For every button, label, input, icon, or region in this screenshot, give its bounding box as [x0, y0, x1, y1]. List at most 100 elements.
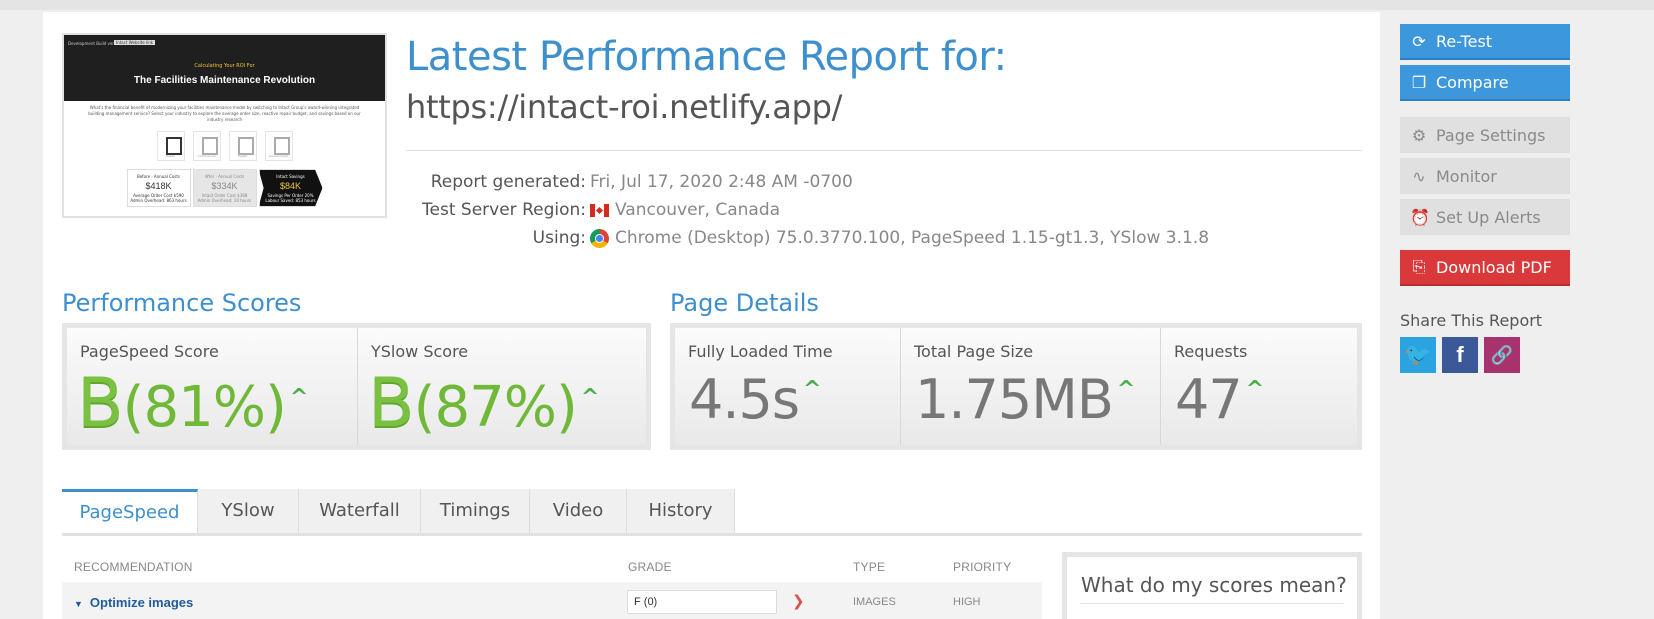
- canada-flag-icon: [590, 203, 609, 217]
- download-pdf-button[interactable]: ⎘ Download PDF: [1400, 250, 1570, 286]
- industry-label: Health: [237, 154, 248, 158]
- pagespeed-percent: (81%): [122, 375, 287, 440]
- meta-generated: Report generated: Fri, Jul 17, 2020 2:48…: [406, 172, 1362, 196]
- page-details-panel: Fully Loaded Time 4.5s ^ Total Page Size …: [670, 323, 1362, 450]
- compare-label: Compare: [1436, 72, 1509, 92]
- page-settings-button[interactable]: ⚙ Page Settings: [1400, 117, 1570, 153]
- thumbnail-box: After · Annual Costs $334K Intact Order …: [192, 169, 257, 207]
- thumbnail-cost-boxes: Before · Annual Costs $418K Average Orde…: [64, 169, 385, 207]
- column-header-recommendation: RECOMMENDATION: [74, 560, 193, 574]
- page-size-cell: Total Page Size 1.75MB ^: [901, 328, 1161, 445]
- caret-up-icon: ^: [580, 385, 599, 410]
- table-row[interactable]: ▼ Optimize images F (0) ❯ IMAGES HIGH: [62, 582, 1042, 619]
- tab-history[interactable]: History: [627, 489, 735, 533]
- divider: [406, 150, 1362, 151]
- box-line: Admin Overhead: 10 hours: [197, 198, 252, 203]
- pulse-icon: ∿: [1412, 166, 1426, 186]
- requests-label: Requests: [1174, 342, 1248, 361]
- fully-loaded-label: Fully Loaded Time: [688, 342, 833, 361]
- thumbnail-small-heading: Calculating Your ROI For: [194, 63, 255, 69]
- caret-up-icon: ^: [803, 377, 821, 402]
- chevron-down-icon[interactable]: ❯: [792, 592, 805, 610]
- top-strip: [0, 0, 1654, 10]
- compare-button[interactable]: ❐ Compare: [1400, 65, 1570, 101]
- retest-button[interactable]: ⟳ Re-Test: [1400, 24, 1570, 60]
- fully-loaded-cell: Fully Loaded Time 4.5s ^: [675, 328, 901, 445]
- requests-count: 47: [1175, 368, 1243, 431]
- generated-date: Fri, Jul 17, 2020 2:48 AM -0700: [590, 172, 853, 192]
- pagespeed-score-label: PageSpeed Score: [80, 342, 219, 361]
- thumbnail-box: Intact Savings $84K Savings Per Order 20…: [258, 169, 323, 207]
- meta-value: Vancouver, Canada: [590, 200, 780, 220]
- meta-label: Report generated:: [430, 172, 586, 192]
- priority-value: HIGH: [953, 596, 981, 608]
- twitter-icon[interactable]: 🐦: [1400, 337, 1436, 373]
- page-screenshot-thumbnail[interactable]: Development Build ver.1001 Intact Websit…: [62, 33, 387, 218]
- pagespeed-grade: B: [77, 364, 124, 443]
- thumbnail-hero: Development Build ver.1001 Intact Websit…: [64, 35, 385, 101]
- yslow-percent: (87%): [413, 375, 578, 440]
- retest-label: Re-Test: [1436, 31, 1493, 51]
- chrome-icon: [590, 228, 609, 248]
- page-size-label: Total Page Size: [914, 342, 1034, 361]
- load-time: 4.5s: [689, 368, 800, 431]
- caret-up-icon: ^: [1245, 377, 1264, 402]
- box-line: Labour Saved: 853 hours: [265, 198, 316, 203]
- refresh-icon: ⟳: [1412, 31, 1426, 51]
- building-icon: Government: [264, 131, 293, 161]
- pdf-icon: ⎘: [1412, 257, 1426, 276]
- browser-value: Chrome (Desktop) 75.0.3770.100, PageSpee…: [615, 228, 1210, 248]
- thumbnail-title: The Facilities Maintenance Revolution: [133, 75, 316, 86]
- tab-waterfall[interactable]: Waterfall: [299, 489, 421, 533]
- box-value: $334K: [211, 181, 238, 191]
- page-size-value: 1.75MB ^: [915, 368, 1135, 431]
- grade-value: F (0): [627, 590, 777, 614]
- column-header-grade: GRADE: [628, 560, 672, 574]
- industry-label: Commercial: [197, 154, 216, 158]
- thumbnail-tag-button: Intact Website link: [114, 40, 156, 45]
- yslow-score-label: YSlow Score: [371, 342, 469, 361]
- tab-yslow[interactable]: YSlow: [198, 489, 299, 533]
- meta-value: Fri, Jul 17, 2020 2:48 AM -0700: [590, 172, 853, 192]
- link-icon[interactable]: 🔗: [1484, 337, 1520, 373]
- building-icon: Health: [228, 131, 257, 161]
- tab-pagespeed[interactable]: PageSpeed: [62, 489, 198, 533]
- thumbnail-body: What's the financial benefit of moderniz…: [88, 105, 361, 122]
- set-up-alerts-button[interactable]: ⏰ Set Up Alerts: [1400, 199, 1570, 235]
- page-details-heading: Page Details: [670, 289, 819, 317]
- yslow-grade: B: [368, 364, 415, 443]
- column-header-priority: PRIORITY: [953, 560, 1012, 574]
- recommendation-name[interactable]: ▼ Optimize images: [74, 595, 193, 610]
- box-label: Intact Savings: [276, 174, 305, 179]
- tab-timings[interactable]: Timings: [421, 489, 530, 533]
- meta-label: Using:: [532, 228, 586, 248]
- box-value: $418K: [145, 181, 172, 191]
- divider: [1081, 603, 1343, 604]
- copy-icon: ❐: [1411, 72, 1427, 92]
- caret-up-icon: ^: [1116, 377, 1135, 402]
- tab-video[interactable]: Video: [530, 489, 627, 533]
- performance-scores-panel: PageSpeed Score B(81%) ^ YSlow Score B(87…: [62, 323, 651, 450]
- tabs-underline: [62, 533, 1362, 536]
- scores-help-box: What do my scores mean?: [1062, 552, 1362, 619]
- alarm-clock-icon: ⏰: [1410, 207, 1430, 227]
- page-title: Latest Performance Report for:: [406, 34, 1007, 80]
- thumbnail-box: Before · Annual Costs $418K Average Orde…: [126, 169, 191, 207]
- monitor-button[interactable]: ∿ Monitor: [1400, 158, 1570, 194]
- column-header-type: TYPE: [853, 560, 886, 574]
- alerts-label: Set Up Alerts: [1436, 207, 1541, 227]
- report-tabs: PageSpeed YSlow Waterfall Timings Video …: [62, 489, 1362, 534]
- page-settings-label: Page Settings: [1436, 125, 1546, 145]
- box-value: $84K: [279, 181, 302, 191]
- region-value: Vancouver, Canada: [615, 200, 781, 220]
- facebook-icon[interactable]: f: [1442, 337, 1478, 373]
- pagespeed-score-cell[interactable]: PageSpeed Score B(81%) ^: [67, 328, 358, 445]
- building-icon: Retail: [156, 131, 185, 161]
- page-size: 1.75MB: [915, 368, 1114, 431]
- box-label: After · Annual Costs: [204, 174, 245, 179]
- type-value: IMAGES: [853, 596, 896, 608]
- thumbnail-industry-icons: Retail Commercial Health Government: [64, 131, 385, 161]
- industry-label: Government: [269, 154, 288, 158]
- yslow-score-cell[interactable]: YSlow Score B(87%) ^: [358, 328, 646, 445]
- recommendation-label: Optimize images: [89, 595, 194, 610]
